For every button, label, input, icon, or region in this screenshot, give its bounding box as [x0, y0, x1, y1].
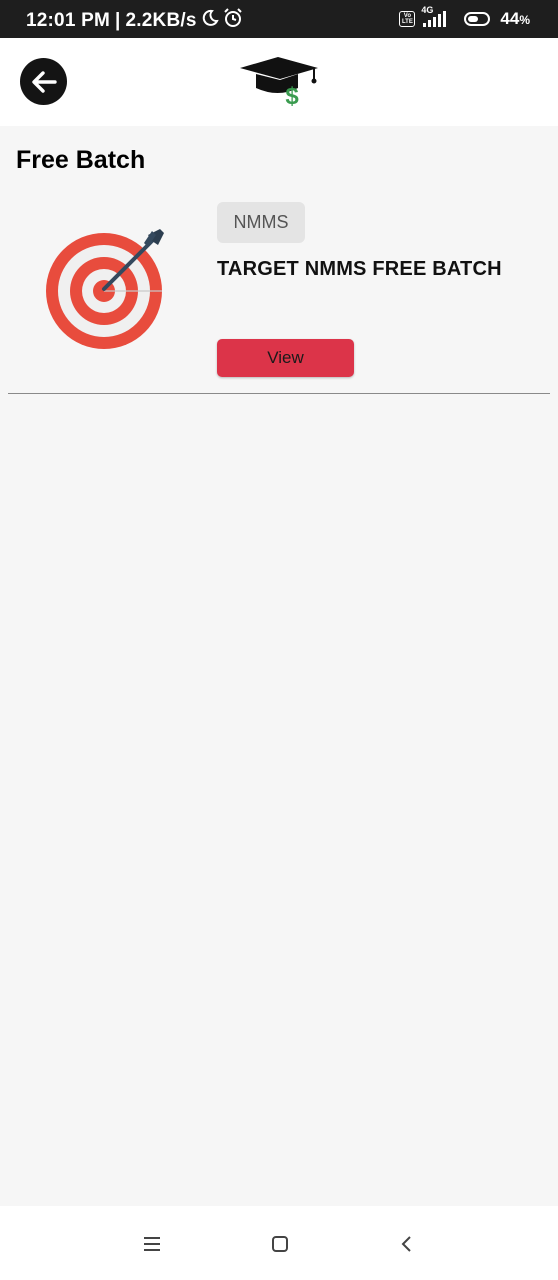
page-title: Free Batch — [16, 146, 146, 174]
home-square-icon[interactable] — [266, 1230, 294, 1258]
svg-text:$: $ — [285, 83, 299, 110]
status-time: 12:01 PM — [26, 10, 110, 31]
network-label: 4G — [421, 5, 434, 15]
signal-icon: 4G — [421, 5, 447, 27]
target-dart-icon — [44, 229, 166, 351]
status-right: Vo LTE 4G 44% — [399, 5, 530, 29]
volte-icon: Vo LTE — [399, 11, 416, 27]
alarm-icon — [223, 8, 243, 34]
menu-icon[interactable] — [138, 1230, 166, 1258]
batch-card: NMMS TARGET NMMS FREE BATCH View — [8, 195, 550, 394]
moon-icon — [201, 9, 219, 33]
back-button[interactable] — [20, 58, 67, 105]
status-left: 12:01 PM | 2.2KB/s — [26, 8, 243, 34]
category-chip: NMMS — [217, 202, 305, 243]
status-separator: | — [114, 10, 121, 31]
app-header: $ — [0, 38, 558, 126]
view-button[interactable]: View — [217, 339, 354, 377]
status-speed: 2.2KB/s — [125, 10, 197, 31]
nav-bar — [0, 1206, 558, 1280]
back-chevron-icon[interactable] — [393, 1230, 421, 1258]
app-logo: $ — [238, 54, 320, 110]
status-bar: 12:01 PM | 2.2KB/s Vo LTE 4G 44% — [0, 0, 558, 38]
battery-icon — [464, 12, 491, 26]
batch-title: TARGET NMMS FREE BATCH — [217, 258, 502, 280]
arrow-left-icon — [31, 70, 57, 93]
battery-percent: 44% — [500, 9, 530, 28]
